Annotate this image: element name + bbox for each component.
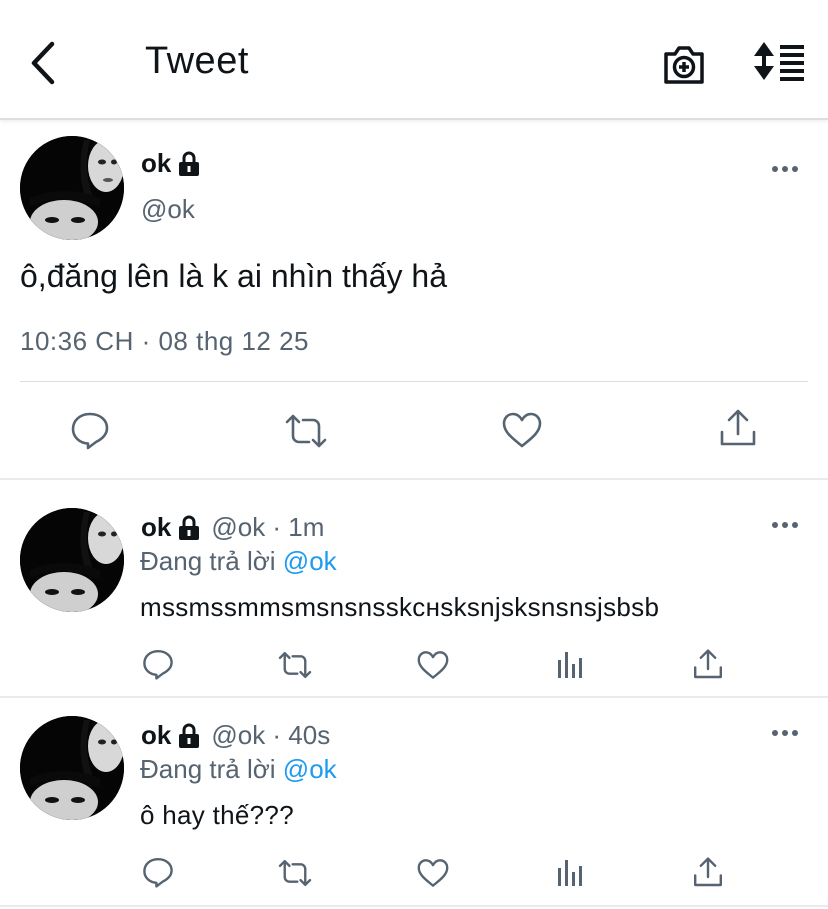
analytics-button[interactable]: [556, 858, 586, 888]
share-icon: [694, 857, 722, 887]
chevron-left-icon: [31, 41, 55, 85]
divider: [0, 905, 828, 907]
top-nav-bar: Tweet: [0, 0, 828, 120]
sort-list-icon: [754, 42, 804, 81]
lock-icon: [179, 151, 200, 176]
retweet-button[interactable]: [276, 650, 314, 680]
tweet-text: mssmssmmsmsnsnsskснsksnjsksnsnsjsbsb: [140, 592, 660, 622]
heart-icon: [417, 859, 449, 887]
heart-icon: [417, 651, 449, 679]
avatar[interactable]: [20, 508, 124, 612]
author-name[interactable]: ok: [141, 512, 171, 543]
reply-tweet[interactable]: ok @ok · 1m Đang trả lời @ok mssmssmmsms…: [0, 480, 828, 696]
avatar-image: [20, 136, 124, 240]
share-button[interactable]: [692, 856, 724, 890]
author-handle[interactable]: @ok: [141, 194, 195, 225]
tweet-text: ô,đăng lên là k ai nhìn thấy hả: [20, 258, 447, 294]
camera-button[interactable]: [660, 40, 708, 88]
like-button[interactable]: [501, 411, 543, 449]
retweet-icon: [278, 651, 312, 679]
share-icon: [720, 409, 756, 446]
page-title: Tweet: [145, 40, 249, 82]
retweet-button[interactable]: [283, 412, 329, 450]
main-tweet: ok @ok ô,đăng lên là k ai nhìn thấy hả 1…: [0, 122, 828, 478]
author-row: ok @ok · 40s: [141, 720, 330, 751]
more-options-icon[interactable]: [772, 728, 802, 738]
author-name[interactable]: ok: [141, 720, 171, 751]
replying-to: Đang trả lời @ok: [140, 546, 337, 577]
back-button[interactable]: [24, 38, 64, 88]
replying-to: Đang trả lời @ok: [140, 754, 337, 785]
like-button[interactable]: [416, 650, 450, 680]
divider: [20, 381, 808, 382]
author-row: ok: [141, 148, 201, 179]
avatar-image: [20, 508, 124, 612]
reply-handle-time: @ok · 1m: [211, 512, 325, 542]
reply-tweet[interactable]: ok @ok · 40s Đang trả lời @ok ô hay thế?…: [0, 698, 828, 907]
share-button[interactable]: [718, 408, 758, 450]
analytics-icon: [558, 860, 582, 886]
camera-plus-icon: [664, 46, 704, 84]
reply-button[interactable]: [142, 648, 174, 680]
share-button[interactable]: [692, 648, 724, 682]
more-options-icon[interactable]: [772, 520, 802, 530]
reply-button[interactable]: [142, 856, 174, 888]
retweet-icon: [278, 859, 312, 887]
retweet-icon: [285, 414, 327, 448]
reply-icon: [143, 858, 173, 888]
avatar-image: [20, 716, 124, 820]
analytics-button[interactable]: [556, 650, 586, 680]
lock-icon: [179, 723, 200, 748]
avatar[interactable]: [20, 716, 124, 820]
sort-button[interactable]: [752, 40, 808, 84]
reply-icon: [143, 650, 173, 680]
more-options-icon[interactable]: [772, 164, 802, 174]
retweet-button[interactable]: [276, 858, 314, 888]
author-row: ok @ok · 1m: [141, 512, 324, 543]
lock-icon: [179, 515, 200, 540]
mention-link[interactable]: @ok: [283, 546, 337, 576]
replying-label: Đang trả lời: [140, 546, 276, 576]
reply-handle-time: @ok · 40s: [211, 720, 331, 750]
author-name[interactable]: ok: [141, 148, 171, 179]
tweet-timestamp[interactable]: 10:36 CH · 08 thg 12 25: [20, 326, 309, 357]
reply-button[interactable]: [70, 410, 110, 450]
avatar[interactable]: [20, 136, 124, 240]
heart-icon: [502, 412, 542, 448]
reply-icon: [71, 412, 109, 450]
tweet-text: ô hay thế???: [140, 800, 294, 830]
like-button[interactable]: [416, 858, 450, 888]
replying-label: Đang trả lời: [140, 754, 276, 784]
share-icon: [694, 649, 722, 679]
analytics-icon: [558, 652, 582, 678]
mention-link[interactable]: @ok: [283, 754, 337, 784]
